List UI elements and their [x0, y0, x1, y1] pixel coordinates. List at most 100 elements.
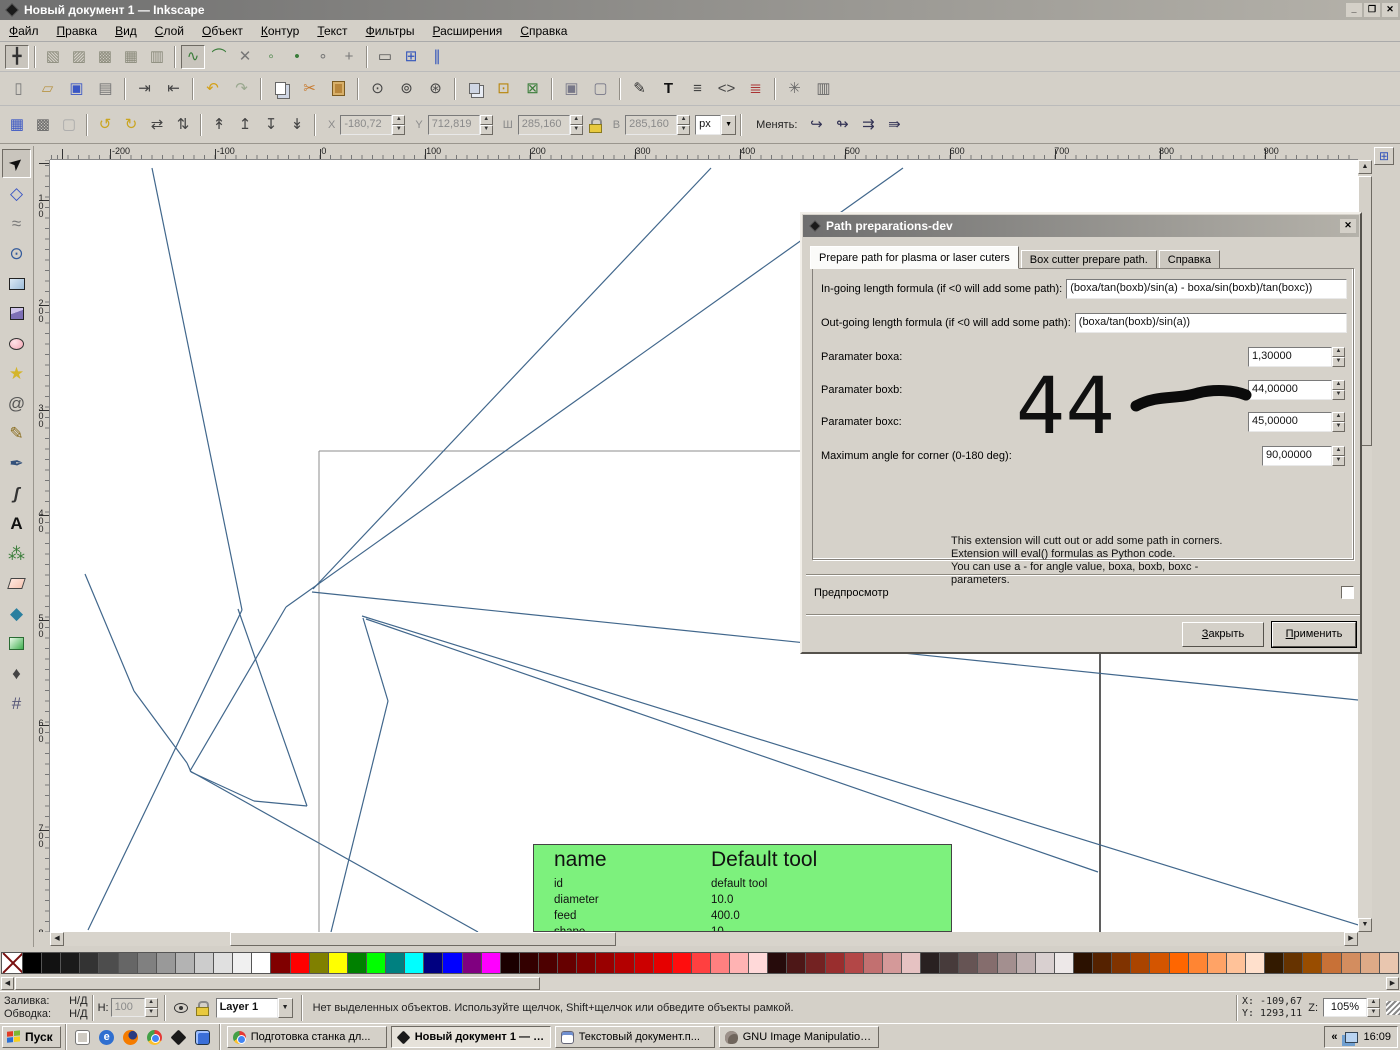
palette-color-25[interactable] — [500, 952, 520, 974]
palette-color-61[interactable] — [1188, 952, 1208, 974]
spiral-tool[interactable]: @ — [2, 389, 31, 418]
align-dialog[interactable]: ≣ — [742, 75, 769, 102]
palette-color-8[interactable] — [175, 952, 195, 974]
select-all-in-all-layers[interactable]: ▩ — [31, 113, 55, 137]
snap-cusp-nodes[interactable]: ◦ — [259, 45, 283, 69]
dialog-titlebar[interactable]: Path preparations-dev ✕ — [803, 215, 1359, 237]
palette-color-41[interactable] — [806, 952, 826, 974]
ellipse-tool[interactable] — [2, 329, 31, 358]
internet-explorer-quicklaunch-icon[interactable]: e — [97, 1027, 117, 1047]
select-all[interactable]: ▦ — [5, 113, 29, 137]
star-tool[interactable]: ★ — [2, 359, 31, 388]
layer-visibility-icon[interactable] — [173, 1002, 188, 1013]
fill-and-stroke-dialog[interactable]: ✎ — [626, 75, 653, 102]
inkscape-quicklaunch-icon[interactable] — [169, 1027, 189, 1047]
text-tool[interactable]: A — [2, 509, 31, 538]
palette-color-20[interactable] — [405, 952, 425, 974]
layer-lock-icon[interactable] — [195, 1001, 209, 1016]
palette-color-19[interactable] — [386, 952, 406, 974]
apply-button[interactable]: Применить — [1271, 621, 1357, 648]
palette-color-1[interactable] — [42, 952, 62, 974]
palette-color-71[interactable] — [1379, 952, 1399, 974]
lock-ratio-icon[interactable] — [588, 118, 602, 133]
outgoing-formula-input[interactable]: (boxa/tan(boxb)/sin(a)) — [1074, 313, 1347, 333]
taskbar-task-2[interactable]: Текстовый документ.п... — [554, 1026, 715, 1048]
palette-color-36[interactable] — [710, 952, 731, 974]
deselect[interactable]: ▢ — [57, 113, 81, 137]
minimize-button[interactable]: _ — [1346, 3, 1362, 17]
palette-color-39[interactable] — [768, 952, 788, 974]
layer-dropdown[interactable]: Layer 1 ▼ — [215, 997, 293, 1018]
palette-color-69[interactable] — [1341, 952, 1361, 974]
calligraphy-tool[interactable]: ʃ — [2, 479, 31, 508]
snap-nodes[interactable]: ∿ — [181, 44, 205, 69]
redo[interactable]: ↷ — [228, 75, 255, 102]
palette-color-17[interactable] — [347, 952, 367, 974]
flip-horizontal[interactable]: ⇄ — [145, 113, 169, 137]
palette-color-0[interactable] — [23, 952, 43, 974]
snap-grid[interactable]: ⊞ — [399, 45, 423, 69]
palette-scrollbar[interactable]: ◀ ▶ — [0, 977, 1400, 990]
palette-color-56[interactable] — [1093, 952, 1113, 974]
menu-item-9[interactable]: Справка — [511, 21, 576, 41]
dialog-close-icon[interactable]: ✕ — [1340, 219, 1356, 233]
palette-color-10[interactable] — [214, 952, 234, 974]
affect-corners[interactable]: ↬ — [830, 113, 854, 137]
palette-scroll-left-button[interactable]: ◀ — [1, 977, 14, 990]
unit-dropdown[interactable]: px ▼ — [695, 114, 737, 135]
palette-color-59[interactable] — [1150, 952, 1170, 974]
horizontal-scrollbar[interactable]: ◀ ▶ — [50, 932, 1358, 946]
import-document[interactable]: ⇥ — [131, 75, 158, 102]
undo[interactable]: ↶ — [199, 75, 226, 102]
connector-tool[interactable]: # — [2, 689, 31, 718]
tray-chevron[interactable]: « — [1331, 1031, 1337, 1043]
chrome-quicklaunch-icon[interactable] — [145, 1027, 165, 1047]
palette-color-50[interactable] — [978, 952, 998, 974]
palette-color-14[interactable] — [290, 952, 310, 974]
snap-bbox[interactable]: ▧ — [41, 45, 65, 69]
no-color-swatch[interactable] — [1, 952, 23, 974]
palette-color-15[interactable] — [309, 952, 329, 974]
palette-color-13[interactable] — [271, 952, 291, 974]
tab-help[interactable]: Справка — [1158, 250, 1220, 269]
palette-color-33[interactable] — [653, 952, 673, 974]
palette-color-31[interactable] — [615, 952, 635, 974]
palette-color-58[interactable] — [1131, 952, 1151, 974]
snap-bbox-centers[interactable]: ▥ — [145, 45, 169, 69]
palette-color-57[interactable] — [1112, 952, 1132, 974]
menu-item-1[interactable]: Правка — [48, 21, 107, 41]
zoom-tool[interactable]: ⊙ — [2, 239, 31, 268]
palette-color-53[interactable] — [1035, 952, 1055, 974]
snap-page-border[interactable]: ▭ — [373, 45, 397, 69]
palette-color-6[interactable] — [137, 952, 157, 974]
snap-object-centers[interactable]: + — [337, 45, 361, 69]
palette-color-24[interactable] — [481, 952, 501, 974]
start-button[interactable]: Пуск — [2, 1026, 61, 1048]
rotate-90-cw[interactable]: ↻ — [119, 113, 143, 137]
create-clone[interactable]: ⊡ — [490, 75, 517, 102]
rectangle-tool[interactable] — [2, 269, 31, 298]
param-boxc-spinbox[interactable]: 45,00000 ▲ ▼ — [1248, 412, 1345, 432]
taskbar-task-1[interactable]: Новый документ 1 — In... — [390, 1026, 551, 1048]
palette-color-3[interactable] — [80, 952, 100, 974]
width-spinbox[interactable]: 285,160 ▲ ▼ — [517, 114, 583, 135]
ungroup-objects[interactable]: ▢ — [587, 75, 614, 102]
snap-smooth-nodes[interactable]: • — [285, 45, 309, 69]
spray-tool[interactable]: ⁂ — [2, 539, 31, 568]
raise[interactable]: ↥ — [233, 113, 257, 137]
palette-color-11[interactable] — [233, 952, 253, 974]
palette-color-45[interactable] — [882, 952, 903, 974]
palette-color-62[interactable] — [1207, 952, 1227, 974]
node-tool[interactable]: ◇ — [2, 179, 31, 208]
param-boxb-spinbox[interactable]: 44,00000 ▲ ▼ — [1248, 380, 1345, 400]
y-spinbox[interactable]: 712,819 ▲ ▼ — [427, 114, 493, 135]
paste[interactable] — [325, 75, 352, 102]
zoom-spinbox[interactable]: 105% ▲ ▼ — [1323, 998, 1380, 1017]
unlink-clone[interactable]: ⊠ — [519, 75, 546, 102]
box3d-tool[interactable] — [2, 299, 31, 328]
scroll-left-button[interactable]: ◀ — [50, 932, 64, 946]
text-dialog[interactable]: T — [655, 75, 682, 102]
network-icon[interactable] — [1345, 1031, 1359, 1043]
palette-color-51[interactable] — [997, 952, 1017, 974]
scroll-right-button[interactable]: ▶ — [1344, 932, 1358, 946]
